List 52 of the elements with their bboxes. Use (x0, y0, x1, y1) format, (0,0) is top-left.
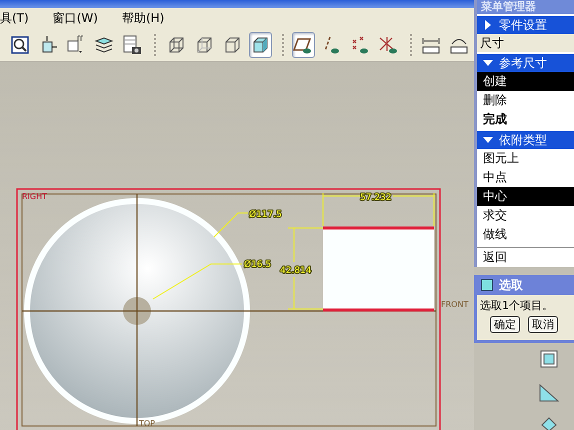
layers-icon (94, 38, 114, 53)
panel-title: 菜单管理器 (477, 0, 574, 14)
menu-option[interactable]: 完成 (477, 110, 574, 129)
plane-eye-icon (293, 38, 312, 54)
triangle-icon (483, 58, 493, 68)
axis-eye-icon (324, 37, 339, 54)
menu-option[interactable]: 返回 (477, 247, 574, 267)
dimension-text: Ø16.5 (244, 260, 272, 270)
section-header[interactable]: 零件设置 (477, 16, 574, 34)
menu-item[interactable]: 帮助(H) (122, 10, 164, 28)
ruler-curve-icon (450, 39, 468, 54)
menu-item[interactable]: 窗口(W) (52, 10, 98, 28)
shaded-button[interactable] (248, 32, 272, 58)
datum-label: RIGHT (22, 192, 48, 201)
wire-cube-icon (169, 38, 184, 53)
diamond-icon[interactable] (539, 417, 559, 430)
wire-cube-icon (226, 38, 240, 53)
dimension-text: 42.814 (280, 266, 312, 276)
menu-option[interactable]: 图元上 (477, 149, 574, 168)
menu-option[interactable]: 删除 (477, 91, 574, 110)
menu-item[interactable]: 具(T) (0, 10, 29, 28)
menu-option[interactable]: 做线 (477, 225, 574, 244)
dimension-text: 57.232 (360, 193, 392, 203)
dialog-title: 选取 (499, 276, 523, 294)
menu-option[interactable]: 中点 (477, 168, 574, 187)
datum-label: FRONT (441, 300, 468, 309)
dialog-button[interactable]: 确定 (490, 316, 520, 333)
dimension-text: Ø117.5 (249, 210, 282, 220)
cube-label-icon (68, 36, 84, 54)
sheet-camera-icon (124, 36, 142, 54)
triangle-icon (483, 135, 493, 145)
csys-eye-icon (379, 36, 398, 54)
menu-option[interactable]: 尺寸 (477, 34, 574, 52)
datum-planes-button[interactable] (292, 32, 315, 58)
menu-option[interactable]: 中心 (477, 187, 574, 206)
dialog-button[interactable]: 取消 (528, 316, 558, 333)
menu-option[interactable]: 创建 (477, 72, 574, 91)
cube-arrows-icon (42, 36, 58, 53)
wire-cube-icon (197, 38, 212, 53)
section-header[interactable]: 参考尺寸 (477, 54, 574, 72)
menu-option[interactable]: 求交 (477, 206, 574, 225)
points-eye-icon (352, 36, 368, 54)
magnifier-icon (10, 36, 28, 54)
triangle-ruler-icon[interactable] (538, 383, 560, 403)
ruler-arrow-icon (422, 38, 440, 54)
leader-line (214, 212, 248, 238)
triangle-icon (483, 20, 493, 30)
section-header[interactable]: 依附类型 (477, 131, 574, 149)
cube-icon (481, 279, 493, 291)
dialog-message: 选取1个项目。 (480, 298, 554, 313)
shaded-cube-icon (254, 38, 268, 53)
square-icon[interactable] (539, 349, 559, 369)
